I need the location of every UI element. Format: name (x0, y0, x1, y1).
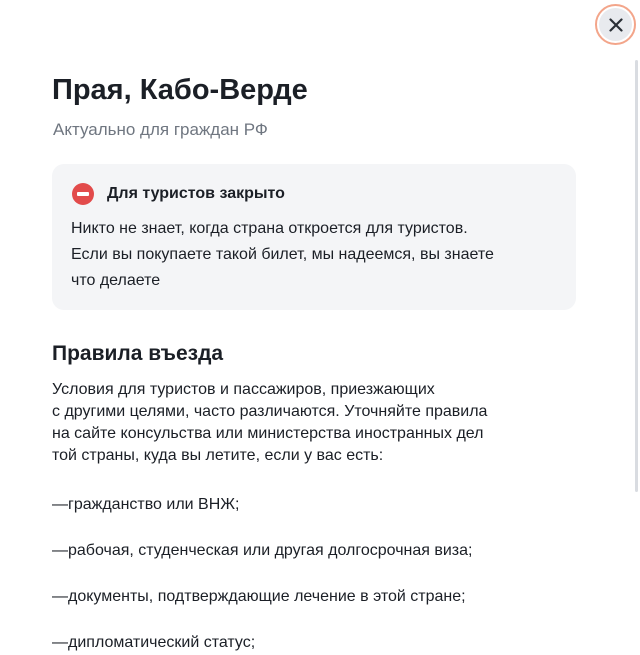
entry-rules-panel: Прая, Кабо-Верде Актуально для граждан Р… (0, 0, 640, 655)
list-item: — рабочая, студенческая или другая долгос… (52, 540, 592, 562)
rules-list: — гражданство или ВНЖ; — рабочая, студенче… (52, 494, 592, 655)
notice-line: что делаете (71, 272, 161, 289)
rules-description: Условия для туристов и пассажиров, приез… (52, 379, 572, 467)
closed-notice-card: Для туристов закрыто Никто не знает, ког… (52, 164, 576, 310)
list-dash: — (52, 588, 68, 605)
rules-line: на сайте консульства или министерства ин… (52, 425, 484, 442)
rules-line: той страны, куда вы летите, если у вас е… (52, 447, 384, 464)
list-item-text: документы, подтверждающие лечение в этой… (68, 588, 466, 605)
notice-text: Никто не знает, когда страна откроется д… (71, 216, 571, 294)
list-dash: — (52, 542, 68, 559)
no-entry-icon (72, 183, 94, 205)
close-button-inner (599, 8, 632, 41)
notice-line: Если вы покупаете такой билет, мы надеем… (71, 246, 494, 263)
close-button[interactable] (595, 4, 636, 45)
page-subtitle: Актуально для граждан РФ (53, 120, 268, 139)
rules-title: Правила въезда (52, 342, 224, 365)
list-item-text: гражданство или ВНЖ; (68, 496, 240, 513)
list-item-text: рабочая, студенческая или другая долгоср… (68, 542, 473, 559)
list-item-text: дипломатический статус; (68, 634, 256, 651)
list-dash: — (52, 634, 68, 651)
close-icon (608, 17, 623, 32)
page-title: Прая, Кабо-Верде (52, 74, 308, 106)
list-item: — гражданство или ВНЖ; (52, 494, 592, 516)
list-item: — дипломатический статус; (52, 632, 592, 654)
notice-title: Для туристов закрыто (107, 185, 285, 202)
notice-line: Никто не знает, когда страна откроется д… (71, 220, 468, 237)
notice-header: Для туристов закрыто (72, 183, 285, 205)
list-dash: — (52, 496, 68, 513)
scrollbar[interactable] (635, 60, 638, 492)
list-item: — документы, подтверждающие лечение в это… (52, 586, 592, 608)
rules-line: с другими целями, часто различаются. Уто… (52, 403, 488, 420)
rules-line: Условия для туристов и пассажиров, приез… (52, 381, 435, 398)
